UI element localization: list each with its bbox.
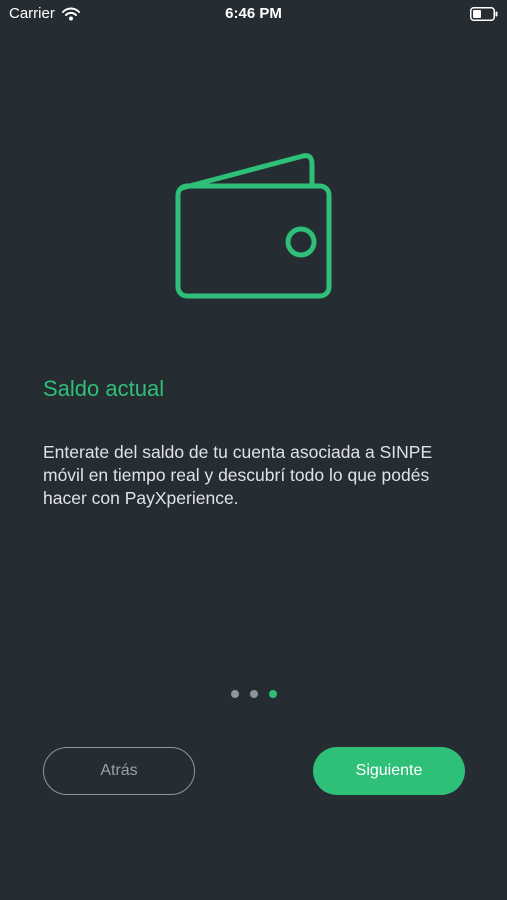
wallet-icon — [168, 148, 340, 308]
next-button[interactable]: Siguiente — [313, 747, 465, 795]
status-bar: Carrier 6:46 PM — [0, 0, 507, 28]
onboarding-title: Saldo actual — [43, 376, 165, 401]
page-dot-active[interactable] — [268, 690, 277, 698]
battery-icon — [470, 7, 498, 21]
onboarding-description: Enterate del saldo de tu cuenta asociada… — [43, 442, 433, 508]
page-indicator — [0, 690, 507, 698]
back-button[interactable]: Atrás — [43, 747, 195, 795]
status-time: 6:46 PM — [225, 5, 282, 22]
page-dot[interactable] — [249, 690, 258, 698]
page-dot[interactable] — [230, 690, 239, 698]
